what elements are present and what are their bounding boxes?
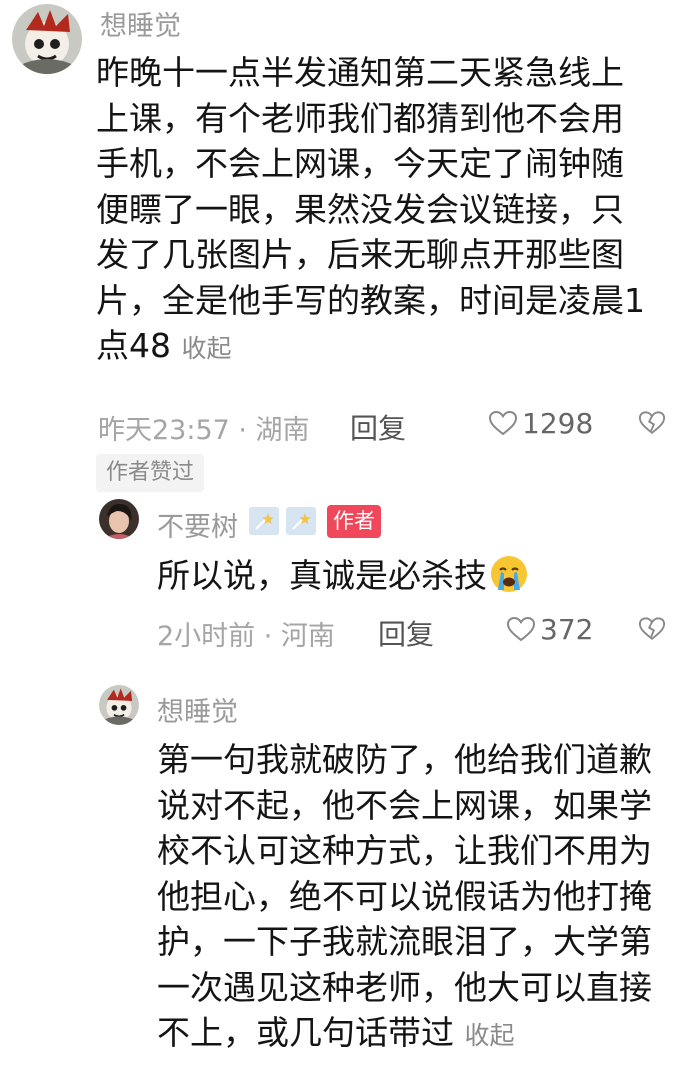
comment-text-line: 手机，不会上网课，今天定了闹钟随 xyxy=(96,144,624,183)
avatar[interactable] xyxy=(12,4,82,74)
star-badge-icon xyxy=(249,507,279,535)
crying-face-icon xyxy=(491,556,527,592)
username[interactable]: 想睡觉 xyxy=(100,4,181,43)
comment-text-line: 第一句我就破防了，他给我们道歉 xyxy=(157,740,652,779)
comment-text-line: 校不认可这种方式，让我们不用为 xyxy=(157,831,652,870)
comment-text-line: 说对不起，他不会上网课，如果学 xyxy=(157,785,652,825)
comment-text-line: 所以说，真诚是必杀技 xyxy=(157,556,487,595)
username[interactable]: 想睡觉 xyxy=(157,690,238,729)
like-button[interactable]: 372 xyxy=(506,613,593,646)
time-location: 昨天23:57 · 湖南 xyxy=(98,415,310,446)
broken-heart-icon[interactable] xyxy=(638,616,666,646)
comment-text-line: 昨晚十一点半发通知第二天紧急线上 xyxy=(96,53,624,92)
comment-text-line: 点48 xyxy=(96,326,171,365)
comment-text: 昨晚十一点半发通知第二天紧急线上 上课，有个老师我们都猜到他不会用 手机，不会上… xyxy=(96,50,666,372)
heart-icon xyxy=(506,616,536,642)
comment-text-last-line: 点48 收起 xyxy=(96,323,666,372)
author-liked-badge: 作者赞过 xyxy=(96,454,205,492)
comment-text-line: 一次遇见这种老师，他大可以直接 xyxy=(157,967,652,1007)
comment-text-line: 片，全是他手写的教案，时间是凌晨1 xyxy=(96,280,645,320)
author-tag: 作者 xyxy=(327,505,381,538)
heart-icon xyxy=(488,410,518,436)
time-location: 2小时前 · 河南 xyxy=(157,621,335,652)
avatar[interactable] xyxy=(99,685,139,725)
broken-heart-icon[interactable] xyxy=(638,410,666,440)
comment-text-line: 发了几张图片，后来无聊点开那些图 xyxy=(96,235,624,274)
like-count: 372 xyxy=(540,613,594,646)
username[interactable]: 不要树 xyxy=(157,505,238,544)
collapse-button[interactable]: 收起 xyxy=(182,334,232,363)
avatar[interactable] xyxy=(99,499,139,539)
collapse-button[interactable]: 收起 xyxy=(465,1021,515,1050)
reply-button[interactable]: 回复 xyxy=(378,613,434,653)
comment-text-line: 上课，有个老师我们都猜到他不会用 xyxy=(96,98,624,138)
reply-button[interactable]: 回复 xyxy=(350,407,406,447)
comment-text-line: 他担心，绝不可以说假话为他打掩 xyxy=(157,876,652,916)
star-badge-icon xyxy=(286,507,316,535)
comment-text-line: 护，一下子我就流眼泪了，大学第 xyxy=(157,922,652,961)
comment-text-line: 便瞟了一眼，果然没发会议链接，只 xyxy=(96,189,624,229)
comment-text: 第一句我就破防了，他给我们道歉 说对不起，他不会上网课，如果学 校不认可这种方式… xyxy=(157,737,677,1059)
like-count: 1298 xyxy=(522,407,594,440)
comment-text-last-line: 不上，或几句话带过 收起 xyxy=(157,1010,677,1059)
comment-text: 所以说，真诚是必杀技 xyxy=(157,553,529,599)
like-button[interactable]: 1298 xyxy=(488,407,593,440)
comment-text-line: 不上，或几句话带过 xyxy=(157,1013,454,1052)
